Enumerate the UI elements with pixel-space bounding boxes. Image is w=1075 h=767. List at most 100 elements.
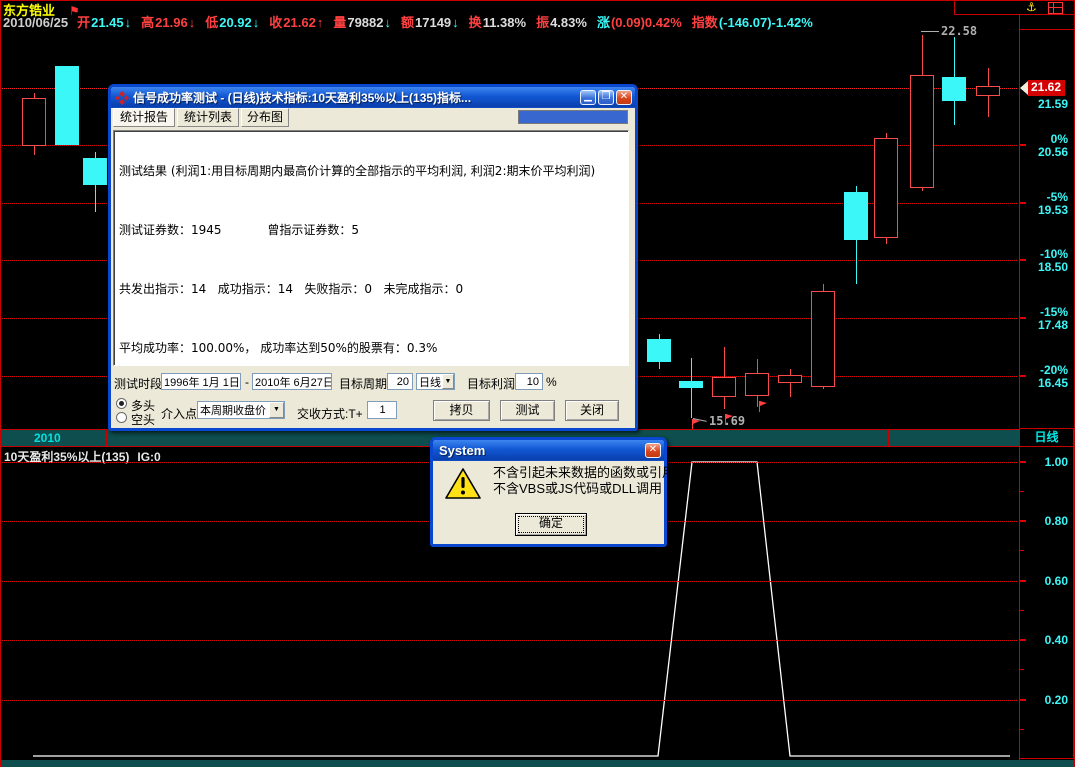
- axis-tick: [1020, 520, 1026, 522]
- settlement-input[interactable]: 1: [367, 401, 397, 419]
- dialog-title: 信号成功率测试 - (日线)技术指标:10天盈利35%以上(135)指标...: [133, 89, 578, 106]
- period-label: 日线: [1034, 430, 1058, 444]
- test-button[interactable]: 测试: [500, 400, 555, 421]
- target-period-label: 目标周期: [339, 375, 387, 392]
- pct-level-label: -15%: [1040, 305, 1068, 319]
- gridline: [2, 700, 1017, 701]
- close-dialog-button[interactable]: 关闭: [565, 400, 619, 421]
- quote-field: 振4.83%: [536, 15, 588, 30]
- warning-icon: [444, 467, 482, 506]
- target-period-input[interactable]: 20: [387, 373, 413, 390]
- quote-date: 2010/06/25: [3, 15, 68, 30]
- axis-tick: [1020, 259, 1026, 261]
- icon-divider-v: [954, 0, 955, 14]
- timeline-tick: [397, 430, 398, 446]
- alert-message: 不含引起未来数据的函数或引用 不含VBS或JS代码或DLL调用: [493, 465, 675, 497]
- period-unit-combo[interactable]: 日线 ▼: [416, 373, 455, 390]
- gridline: [2, 640, 1017, 641]
- quote-field: 涨(0.09)0.42%: [597, 15, 683, 30]
- axis-minor-tick: [1020, 491, 1024, 492]
- system-titlebar[interactable]: System ✕: [433, 440, 664, 461]
- quote-bar: 2010/06/25开21.45↓高21.96↓低20.92↓收21.62↑量7…: [3, 12, 824, 27]
- profit-unit-label: %: [546, 375, 557, 389]
- quote-field: 指数(-146.07)-1.42%: [692, 15, 814, 30]
- axis-minor-tick: [1020, 610, 1024, 611]
- price-level-label: 16.45: [1038, 376, 1068, 390]
- report-text: 测试结果 (利润1:用目标周期内最高价计算的全部指示的平均利润, 利润2:期末价…: [113, 130, 629, 366]
- tab-report[interactable]: 统计报告: [113, 108, 175, 127]
- period-box[interactable]: 日线: [1019, 428, 1074, 447]
- indicator-axis-label: 0.20: [1045, 693, 1068, 707]
- target-profit-label: 目标利润: [467, 375, 515, 392]
- axis-tick: [1020, 144, 1026, 146]
- progress-bar: [518, 110, 628, 124]
- long-radio[interactable]: [116, 398, 127, 409]
- system-alert-dialog: System ✕ 不含引起未来数据的函数或引用 不含VBS或JS代码或DLL调用…: [430, 437, 667, 547]
- app-icon: [115, 91, 129, 105]
- axis-tick: [1020, 580, 1026, 582]
- border-top: [0, 0, 1075, 1]
- pct-level-label: 0%: [1051, 132, 1068, 146]
- anchor-icon[interactable]: ⚓: [1026, 0, 1037, 14]
- system-close-button[interactable]: ✕: [645, 443, 661, 458]
- axis-top-line: [1019, 29, 1075, 30]
- ok-button[interactable]: 确定: [515, 513, 587, 536]
- quote-field: 低20.92↓: [205, 15, 260, 30]
- price-axis: 21.6221.59 0%20.56 -5%19.53 -10%18.50 -15%17…: [1020, 30, 1074, 428]
- tab-distribution[interactable]: 分布图: [241, 108, 289, 127]
- window-layout-icon[interactable]: [1048, 2, 1063, 14]
- axis-tick: [1020, 202, 1026, 204]
- focus-rect: [518, 516, 584, 533]
- entry-point-combo[interactable]: 本周期收盘价 ▼: [197, 401, 285, 419]
- axis-minor-tick: [1020, 550, 1024, 551]
- chevron-down-icon[interactable]: ▼: [442, 374, 454, 389]
- settlement-label: 交收方式:T+: [297, 405, 363, 422]
- short-radio[interactable]: [116, 412, 127, 423]
- price-tag: 21.62: [1020, 80, 1065, 95]
- axis-tick: [1020, 639, 1026, 641]
- indicator-axis-label: 1.00: [1045, 455, 1068, 469]
- price-tag-value: 21.62: [1028, 80, 1065, 96]
- secondary-price-label: 21.59: [1038, 97, 1068, 111]
- test-period-label: 测试时段: [114, 375, 162, 392]
- signal-test-dialog: 信号成功率测试 - (日线)技术指标:10天盈利35%以上(135)指标... …: [108, 84, 638, 431]
- indicator-axis: 1.000.800.600.400.20: [1020, 446, 1074, 759]
- quote-field: 额17149↓: [401, 15, 460, 30]
- border-left: [0, 0, 1, 767]
- price-level-label: 17.48: [1038, 318, 1068, 332]
- quote-field: 开21.45↓: [77, 15, 132, 30]
- quote-field: 高21.96↓: [141, 15, 196, 30]
- progress-fill: [519, 111, 627, 123]
- bottom-scroll-strip[interactable]: [0, 760, 1075, 767]
- axis-minor-tick: [1020, 669, 1024, 670]
- icon-divider-h: [954, 14, 1075, 15]
- axis-divider: [1019, 14, 1020, 760]
- date-from-field[interactable]: 1996年 1月 1日 ▲▼: [161, 373, 241, 390]
- timeline-year: 2010: [34, 431, 61, 445]
- pct-level-label: -10%: [1040, 247, 1068, 261]
- date-to-field[interactable]: 2010年 6月27日 ▲▼: [252, 373, 332, 390]
- dialog-titlebar[interactable]: 信号成功率测试 - (日线)技术指标:10天盈利35%以上(135)指标... …: [111, 87, 635, 108]
- price-level-label: 20.56: [1038, 145, 1068, 159]
- axis-tick: [1020, 375, 1026, 377]
- price-level-label: 18.50: [1038, 260, 1068, 274]
- app-window: 东方锆业⚑ 2010/06/25开21.45↓高21.96↓低20.92↓收21…: [0, 0, 1075, 767]
- close-button[interactable]: ✕: [616, 90, 632, 105]
- minimize-button[interactable]: ▁: [580, 90, 596, 105]
- tab-list[interactable]: 统计列表: [177, 108, 239, 127]
- indicator-axis-label: 0.60: [1045, 574, 1068, 588]
- copy-button[interactable]: 拷贝: [433, 400, 490, 421]
- price-level-label: 19.53: [1038, 203, 1068, 217]
- entry-point-label: 介入点: [161, 405, 197, 422]
- quote-field: 量79882↓: [333, 15, 392, 30]
- gridline: [2, 581, 1017, 582]
- maximize-button[interactable]: ❒: [598, 90, 614, 105]
- target-profit-input[interactable]: 10: [515, 373, 543, 390]
- date-separator: -: [245, 375, 249, 389]
- axis-minor-tick: [1020, 729, 1024, 730]
- axis-tick: [1020, 461, 1026, 463]
- pct-level-label: -5%: [1047, 190, 1068, 204]
- indicator-axis-label: 0.40: [1045, 633, 1068, 647]
- axis-tick: [1020, 699, 1026, 701]
- chevron-down-icon[interactable]: ▼: [269, 402, 284, 418]
